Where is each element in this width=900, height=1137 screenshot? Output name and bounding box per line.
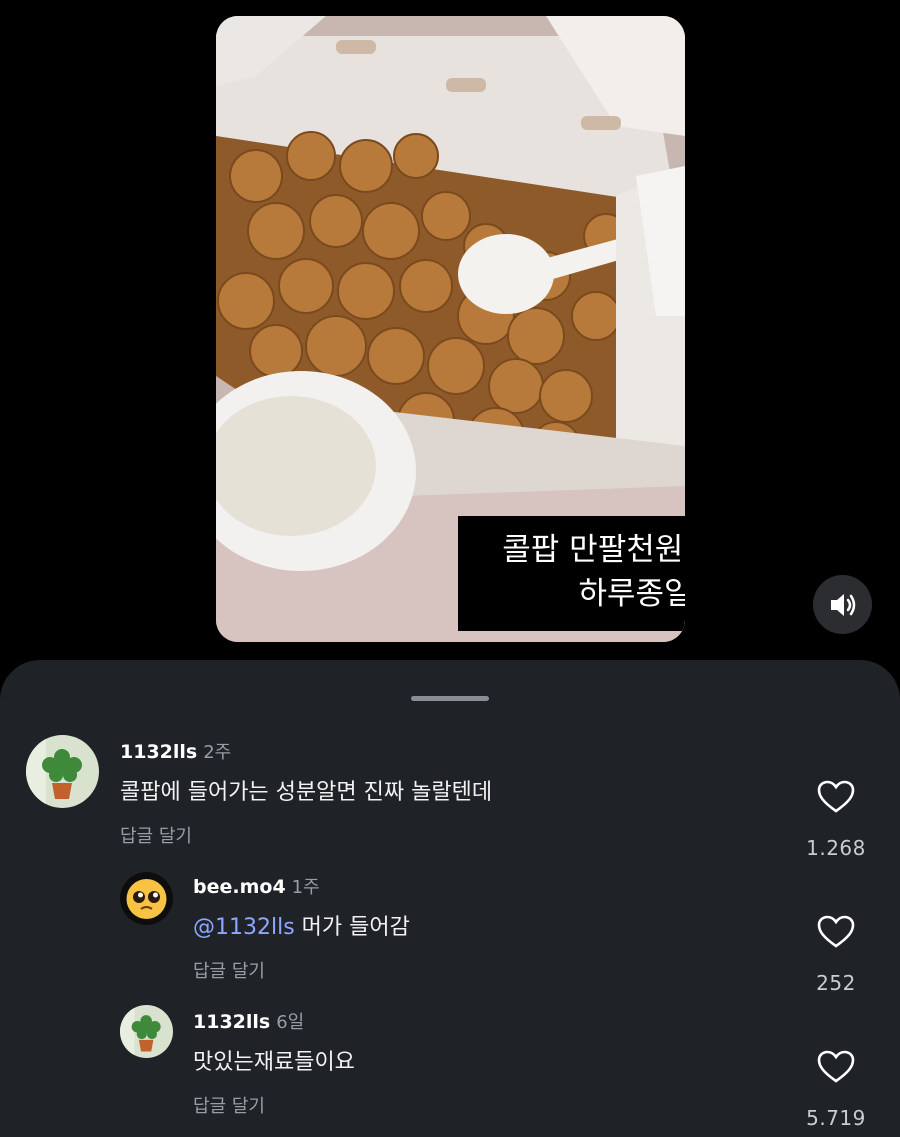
sheet-grab-handle[interactable] (411, 696, 489, 701)
like-count: 252 (816, 971, 856, 995)
comment-text: @1132lls 머가 들어감 (193, 909, 410, 941)
speaker-volume-icon (830, 593, 855, 616)
caption-line-2: 하루종일 먹음 (578, 576, 686, 612)
reply-button[interactable]: 답글 달기 (193, 1092, 355, 1118)
avatar[interactable] (120, 872, 173, 925)
heart-icon[interactable] (817, 780, 855, 814)
comment-item: 1132lls 2주 콜팝에 들어가는 성분알면 진짜 놀랄텐데 답글 달기 (120, 738, 492, 848)
comments-sheet: 1132lls 2주 콜팝에 들어가는 성분알면 진짜 놀랄텐데 답글 달기 1.… (0, 660, 900, 1137)
mention-link[interactable]: @1132lls (193, 915, 295, 940)
comment-time: 2주 (203, 742, 232, 763)
pleading-face-emoji-icon (120, 872, 173, 925)
comment-text: 맛있는재료들이요 (193, 1050, 355, 1075)
comment-username[interactable]: 1132lls (120, 741, 197, 763)
heart-icon[interactable] (817, 915, 855, 949)
reply-button[interactable]: 답글 달기 (193, 957, 410, 983)
like-count: 1.268 (806, 836, 866, 860)
comment-username[interactable]: 1132lls (193, 1011, 270, 1033)
avatar[interactable] (26, 735, 99, 808)
video-caption: 콜팝 만팔천원어치 시키고 하루종일 먹음 (458, 516, 685, 631)
comment-time: 1주 (291, 877, 320, 898)
comment-username[interactable]: bee.mo4 (193, 876, 286, 898)
mute-button[interactable] (813, 575, 872, 634)
video-player[interactable]: 콜팝 만팔천원어치 시키고 하루종일 먹음 (216, 16, 685, 642)
heart-icon[interactable] (817, 1050, 855, 1084)
like-group: 252 (801, 915, 871, 995)
plant-avatar-icon (26, 735, 99, 808)
avatar[interactable] (120, 1005, 173, 1058)
comment-body: 머가 들어감 (294, 915, 410, 940)
comment-item: 1132lls 6일 맛있는재료들이요 답글 달기 (193, 1008, 355, 1118)
caption-line-1: 콜팝 만팔천원어치 시키고 (502, 532, 685, 568)
like-group: 1.268 (801, 780, 871, 860)
plant-avatar-icon (120, 1005, 173, 1058)
reply-button[interactable]: 답글 달기 (120, 822, 492, 848)
comment-item: bee.mo4 1주 @1132lls 머가 들어감 답글 달기 (193, 873, 410, 983)
comment-time: 6일 (276, 1012, 305, 1033)
like-count: 5.719 (806, 1106, 866, 1130)
like-group: 5.719 (801, 1050, 871, 1130)
comment-text: 콜팝에 들어가는 성분알면 진짜 놀랄텐데 (120, 780, 493, 805)
